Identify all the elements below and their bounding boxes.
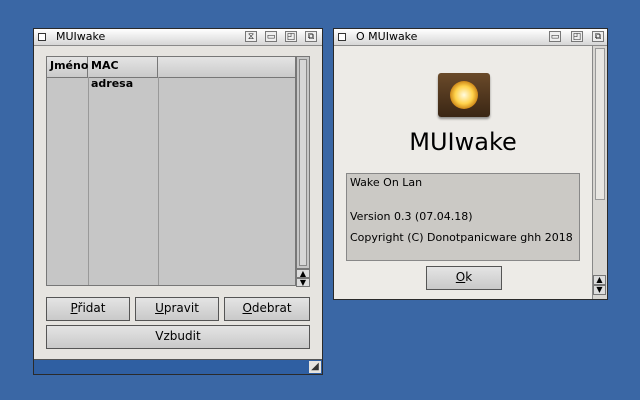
main-window-titlebar[interactable]: MUIwake ⧖ ▭ ◰ ⧉ xyxy=(34,29,322,46)
lamp-icon xyxy=(438,73,490,117)
zoom-icon[interactable]: ◰ xyxy=(285,31,297,42)
app-name: MUIwake xyxy=(409,128,517,156)
column-divider xyxy=(88,77,89,285)
window-bottom-border xyxy=(34,359,322,374)
close-icon[interactable] xyxy=(338,33,346,41)
device-list[interactable]: Jméno MAC adresa xyxy=(46,56,296,286)
list-header: Jméno MAC adresa xyxy=(47,57,295,90)
ok-button[interactable]: Ok xyxy=(426,266,502,290)
remove-button[interactable]: Odebrat xyxy=(224,297,310,321)
main-window: MUIwake ⧖ ▭ ◰ ⧉ Jméno MAC adresa ▲ ▼ Při… xyxy=(33,28,323,375)
scroll-down-icon[interactable]: ▼ xyxy=(296,278,310,287)
edit-button[interactable]: Upravit xyxy=(135,297,219,321)
info-line: Copyright (C) Donotpanicware ghh 2018 xyxy=(350,231,573,244)
scroll-down-icon[interactable]: ▼ xyxy=(593,285,606,295)
close-icon[interactable] xyxy=(38,33,46,41)
column-divider xyxy=(158,77,159,285)
resize-icon[interactable]: ◢ xyxy=(309,361,321,373)
column-header-name[interactable]: Jméno xyxy=(47,57,88,77)
list-scrollbar[interactable] xyxy=(296,56,310,269)
scroll-up-icon[interactable]: ▲ xyxy=(593,275,606,285)
about-window-title: O MUIwake xyxy=(356,30,418,43)
scrollbar-knob[interactable] xyxy=(299,59,307,266)
column-header-extra[interactable] xyxy=(158,57,295,77)
scroll-up-icon[interactable]: ▲ xyxy=(296,269,310,278)
window-right-scrollbar[interactable]: ▲ ▼ xyxy=(592,46,607,299)
scrollbar-knob[interactable] xyxy=(595,48,605,200)
iconify-icon[interactable]: ⧖ xyxy=(245,31,257,42)
snapshot-icon[interactable]: ▭ xyxy=(265,31,277,42)
main-window-title: MUIwake xyxy=(56,30,106,43)
info-line: Version 0.3 (07.04.18) xyxy=(350,210,473,223)
zoom-icon[interactable]: ◰ xyxy=(571,31,583,42)
add-button[interactable]: Přidat xyxy=(46,297,130,321)
depth-icon[interactable]: ⧉ xyxy=(305,31,317,42)
wake-button[interactable]: Vzbudit xyxy=(46,325,310,349)
snapshot-icon[interactable]: ▭ xyxy=(549,31,561,42)
about-window-titlebar[interactable]: O MUIwake ▭ ◰ ⧉ xyxy=(334,29,607,46)
info-box: Wake On Lan Version 0.3 (07.04.18) Copyr… xyxy=(346,173,580,261)
column-header-mac[interactable]: MAC adresa xyxy=(88,57,158,90)
about-window: O MUIwake ▭ ◰ ⧉ MUIwake Wake On Lan Vers… xyxy=(333,28,608,300)
depth-icon[interactable]: ⧉ xyxy=(592,31,604,42)
info-line: Wake On Lan xyxy=(350,176,423,189)
